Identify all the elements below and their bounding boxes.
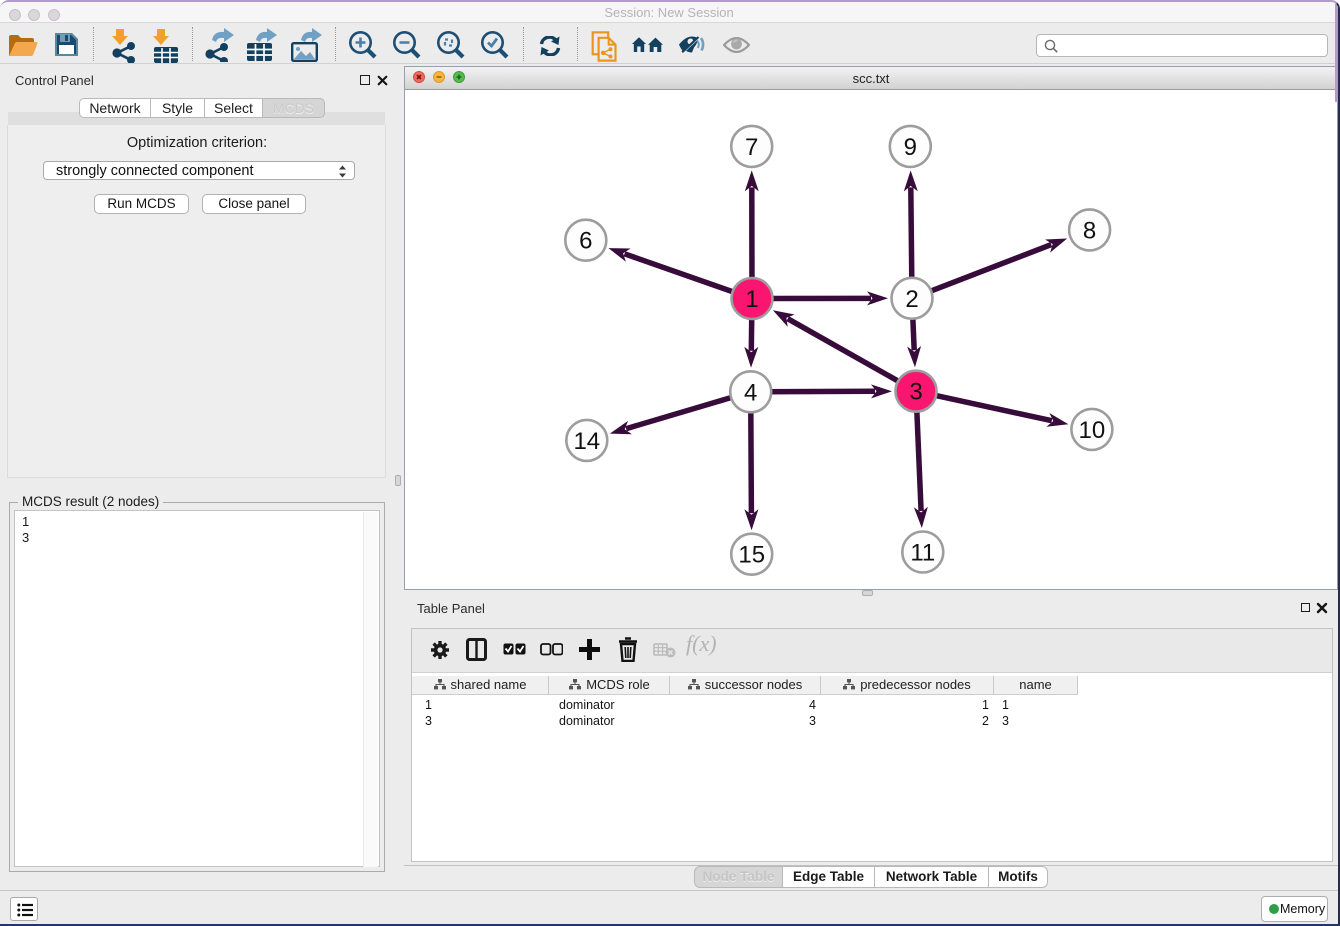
svg-text:4: 4 [744,379,757,406]
svg-text:2: 2 [905,285,918,312]
svg-text:8: 8 [1083,217,1096,244]
svg-text:7: 7 [745,133,758,160]
svg-text:11: 11 [910,539,935,566]
svg-text:3: 3 [909,378,922,405]
svg-text:1: 1 [745,286,758,313]
svg-text:6: 6 [579,227,592,254]
svg-text:9: 9 [904,133,917,160]
svg-text:15: 15 [738,541,765,568]
svg-text:10: 10 [1079,416,1106,443]
svg-text:14: 14 [573,427,600,454]
